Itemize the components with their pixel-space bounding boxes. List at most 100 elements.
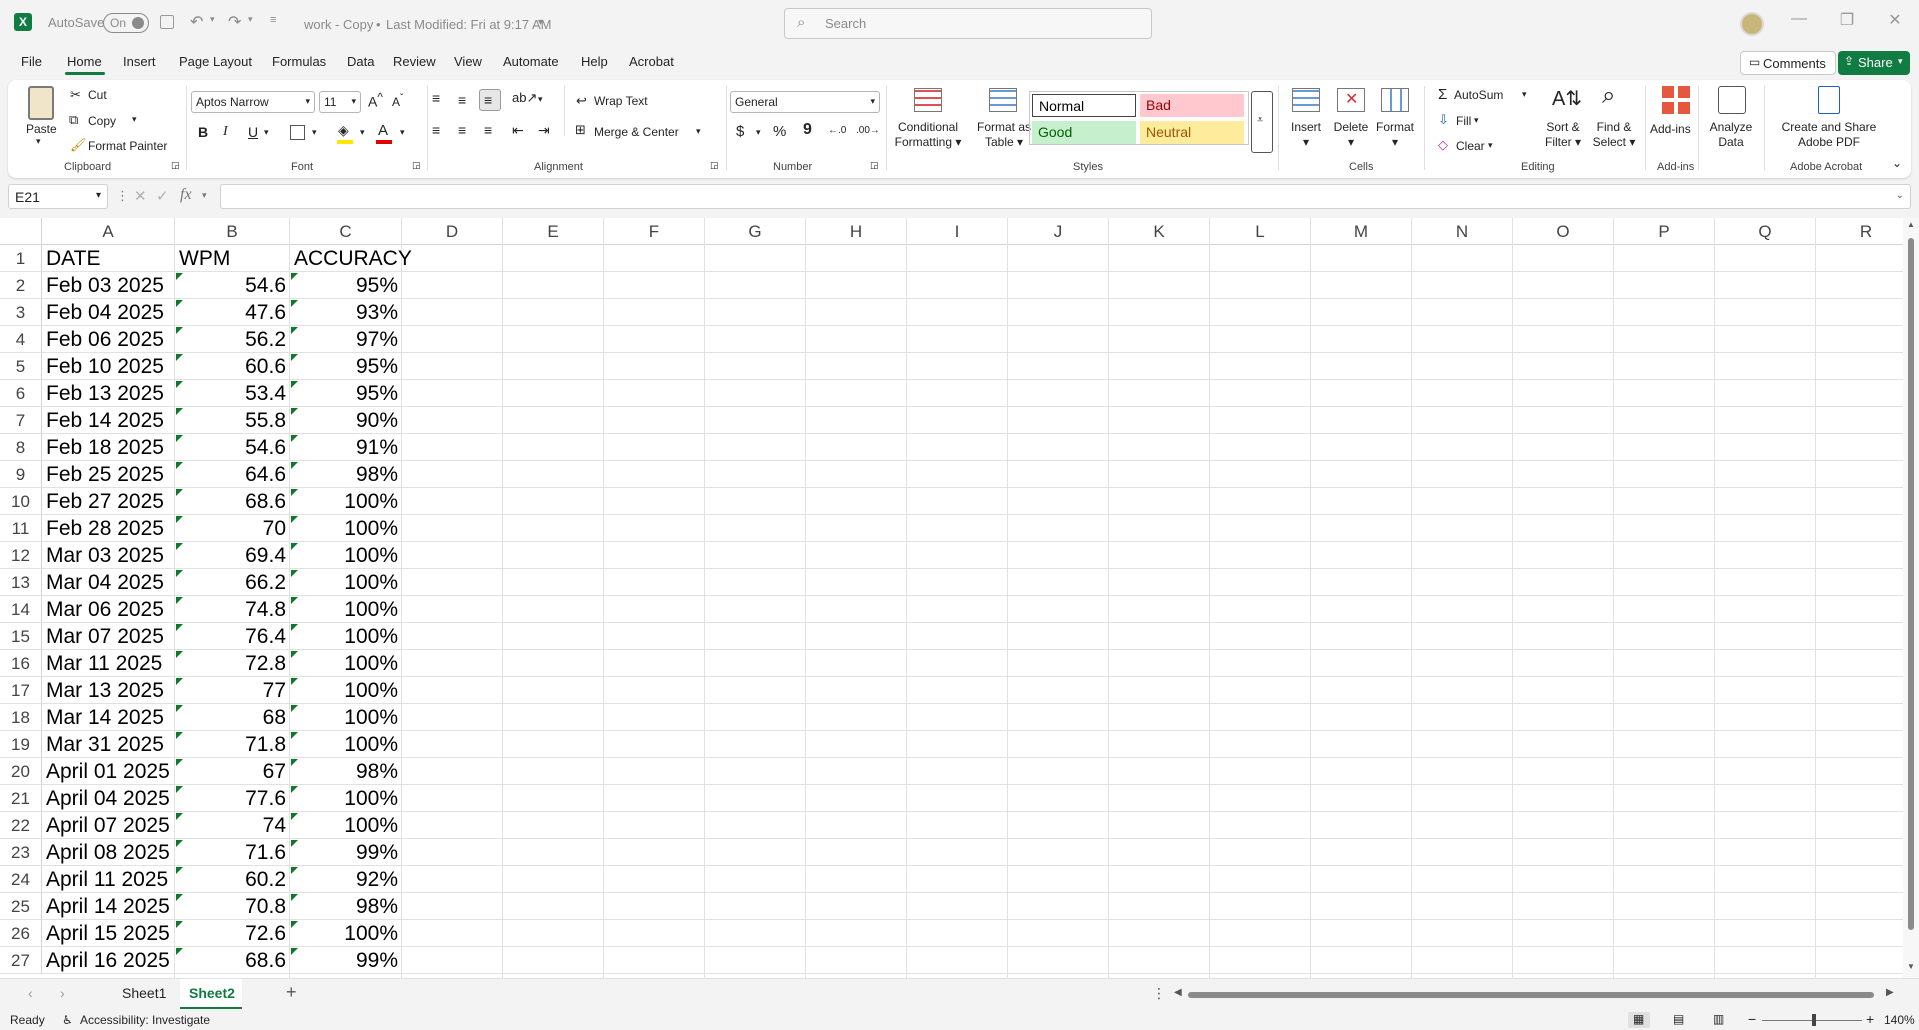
cell-b17[interactable]: 77 [175, 677, 290, 704]
row-header[interactable]: 21 [0, 785, 42, 812]
error-indicator-icon[interactable] [291, 678, 298, 685]
error-indicator-icon[interactable] [176, 570, 183, 577]
cell-c22[interactable]: 100% [290, 812, 402, 839]
column-header-l[interactable]: L [1210, 218, 1311, 245]
cell-b16[interactable]: 72.8 [175, 650, 290, 677]
cell-c27[interactable]: 99% [290, 947, 402, 974]
row-header[interactable]: 26 [0, 920, 42, 947]
row-header[interactable]: 12 [0, 542, 42, 569]
cell-c13[interactable]: 100% [290, 569, 402, 596]
find-select-button[interactable]: Find & Select ▾ [1588, 120, 1640, 150]
align-left-icon[interactable]: ≡ [432, 122, 440, 138]
chevron-down-icon[interactable]: ▾ [538, 17, 543, 28]
minimize-icon[interactable]: — [1784, 10, 1814, 28]
cell-a14[interactable]: Mar 06 2025 [42, 596, 175, 623]
conditional-formatting-button[interactable]: Conditional Formatting ▾ [892, 120, 964, 150]
row-header[interactable]: 6 [0, 380, 42, 407]
comma-style-button[interactable]: 9 [803, 121, 812, 139]
error-indicator-icon[interactable] [176, 300, 183, 307]
align-center-icon[interactable]: ≡ [458, 122, 466, 138]
cell-c11[interactable]: 100% [290, 515, 402, 542]
insert-function-button[interactable]: fx [180, 186, 192, 204]
cell-c19[interactable]: 100% [290, 731, 402, 758]
cell-c12[interactable]: 100% [290, 542, 402, 569]
last-modified[interactable]: Last Modified: Fri at 9:17 AM [386, 17, 551, 32]
cell-a2[interactable]: Feb 03 2025 [42, 272, 175, 299]
cell-c6[interactable]: 95% [290, 380, 402, 407]
cell-a3[interactable]: Feb 04 2025 [42, 299, 175, 326]
cell-b18[interactable]: 68 [175, 704, 290, 731]
borders-icon[interactable] [290, 125, 305, 140]
avatar[interactable] [1740, 12, 1764, 36]
row-header[interactable]: 4 [0, 326, 42, 353]
autosum-button[interactable]: AutoSum [1454, 88, 1503, 102]
cell-a9[interactable]: Feb 25 2025 [42, 461, 175, 488]
row-header[interactable]: 17 [0, 677, 42, 704]
error-indicator-icon[interactable] [176, 840, 183, 847]
cell-b25[interactable]: 70.8 [175, 893, 290, 920]
cell-c7[interactable]: 90% [290, 407, 402, 434]
cell-a12[interactable]: Mar 03 2025 [42, 542, 175, 569]
scroll-right-icon[interactable]: ▶ [1886, 987, 1894, 998]
tab-review[interactable]: Review [393, 54, 436, 69]
cell-b15[interactable]: 76.4 [175, 623, 290, 650]
close-icon[interactable]: ✕ [1880, 10, 1910, 30]
cell-a7[interactable]: Feb 14 2025 [42, 407, 175, 434]
align-middle-icon[interactable]: ≡ [458, 92, 466, 108]
column-header-r[interactable]: R [1816, 218, 1917, 245]
error-indicator-icon[interactable] [291, 759, 298, 766]
decrease-indent-icon[interactable]: ⇤ [512, 122, 524, 139]
sort-filter-button[interactable]: Sort & Filter ▾ [1538, 120, 1588, 150]
error-indicator-icon[interactable] [176, 894, 183, 901]
format-painter-button[interactable]: Format Painter [88, 139, 167, 153]
undo-icon[interactable]: ↶ [190, 12, 203, 32]
cell-c2[interactable]: 95% [290, 272, 402, 299]
row-header[interactable]: 14 [0, 596, 42, 623]
cell-c1[interactable]: ACCURACY [290, 245, 430, 272]
fill-button[interactable]: Fill [1456, 114, 1471, 128]
cell-c25[interactable]: 98% [290, 893, 402, 920]
row-header[interactable]: 2 [0, 272, 42, 299]
cell-c14[interactable]: 100% [290, 596, 402, 623]
error-indicator-icon[interactable] [291, 543, 298, 550]
paste-button[interactable]: Paste [26, 122, 57, 136]
error-indicator-icon[interactable] [291, 354, 298, 361]
error-indicator-icon[interactable] [176, 435, 183, 442]
cell-c17[interactable]: 100% [290, 677, 402, 704]
column-header-k[interactable]: K [1109, 218, 1210, 245]
format-cells-button[interactable]: Format ▾ [1372, 120, 1418, 150]
cell-b22[interactable]: 74 [175, 812, 290, 839]
save-icon[interactable] [160, 15, 174, 29]
tab-formulas[interactable]: Formulas [272, 54, 326, 69]
cell-a22[interactable]: April 07 2025 [42, 812, 175, 839]
error-indicator-icon[interactable] [176, 867, 183, 874]
sheet-tab-sheet2[interactable]: Sheet2 [189, 985, 235, 1001]
error-indicator-icon[interactable] [176, 921, 183, 928]
chevron-down-icon[interactable]: ▾ [312, 127, 317, 138]
cell-c8[interactable]: 91% [290, 434, 402, 461]
chevron-down-icon[interactable]: ▾ [360, 127, 365, 138]
cell-a23[interactable]: April 08 2025 [42, 839, 175, 866]
cell-b1[interactable]: WPM [175, 245, 290, 272]
error-indicator-icon[interactable] [291, 381, 298, 388]
page-break-view-icon[interactable]: ▥ [1713, 1012, 1724, 1026]
tab-view[interactable]: View [454, 54, 482, 69]
cell-b20[interactable]: 67 [175, 758, 290, 785]
scroll-up-icon[interactable]: ▲ [1907, 220, 1915, 229]
error-indicator-icon[interactable] [291, 921, 298, 928]
page-layout-view-icon[interactable]: ▤ [1673, 1012, 1684, 1026]
tab-acrobat[interactable]: Acrobat [629, 54, 674, 69]
delete-cells-button[interactable]: Delete ▾ [1329, 120, 1373, 150]
error-indicator-icon[interactable] [176, 651, 183, 658]
error-indicator-icon[interactable] [291, 597, 298, 604]
chevron-down-icon[interactable]: ▾ [132, 114, 137, 125]
redo-dropdown-icon[interactable]: ▾ [248, 14, 253, 25]
error-indicator-icon[interactable] [291, 813, 298, 820]
error-indicator-icon[interactable] [291, 948, 298, 955]
error-indicator-icon[interactable] [291, 732, 298, 739]
column-header-a[interactable]: A [42, 218, 175, 245]
error-indicator-icon[interactable] [291, 273, 298, 280]
column-header-e[interactable]: E [503, 218, 604, 245]
row-header[interactable]: 24 [0, 866, 42, 893]
error-indicator-icon[interactable] [291, 408, 298, 415]
